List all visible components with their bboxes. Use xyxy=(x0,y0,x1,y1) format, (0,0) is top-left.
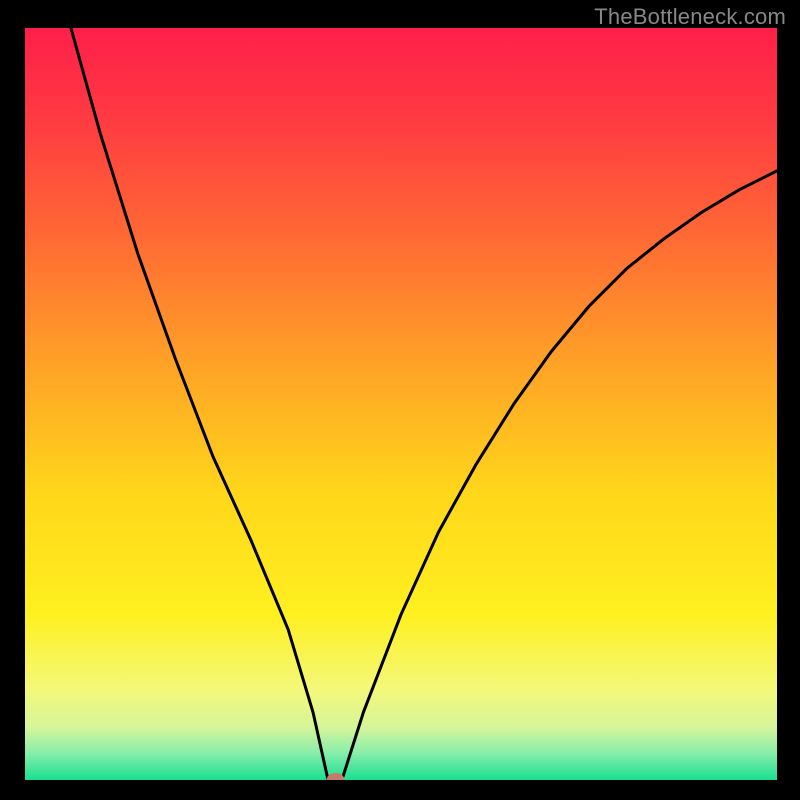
bottleneck-chart xyxy=(0,0,800,800)
chart-container: TheBottleneck.com xyxy=(0,0,800,800)
watermark-text: TheBottleneck.com xyxy=(594,4,786,30)
